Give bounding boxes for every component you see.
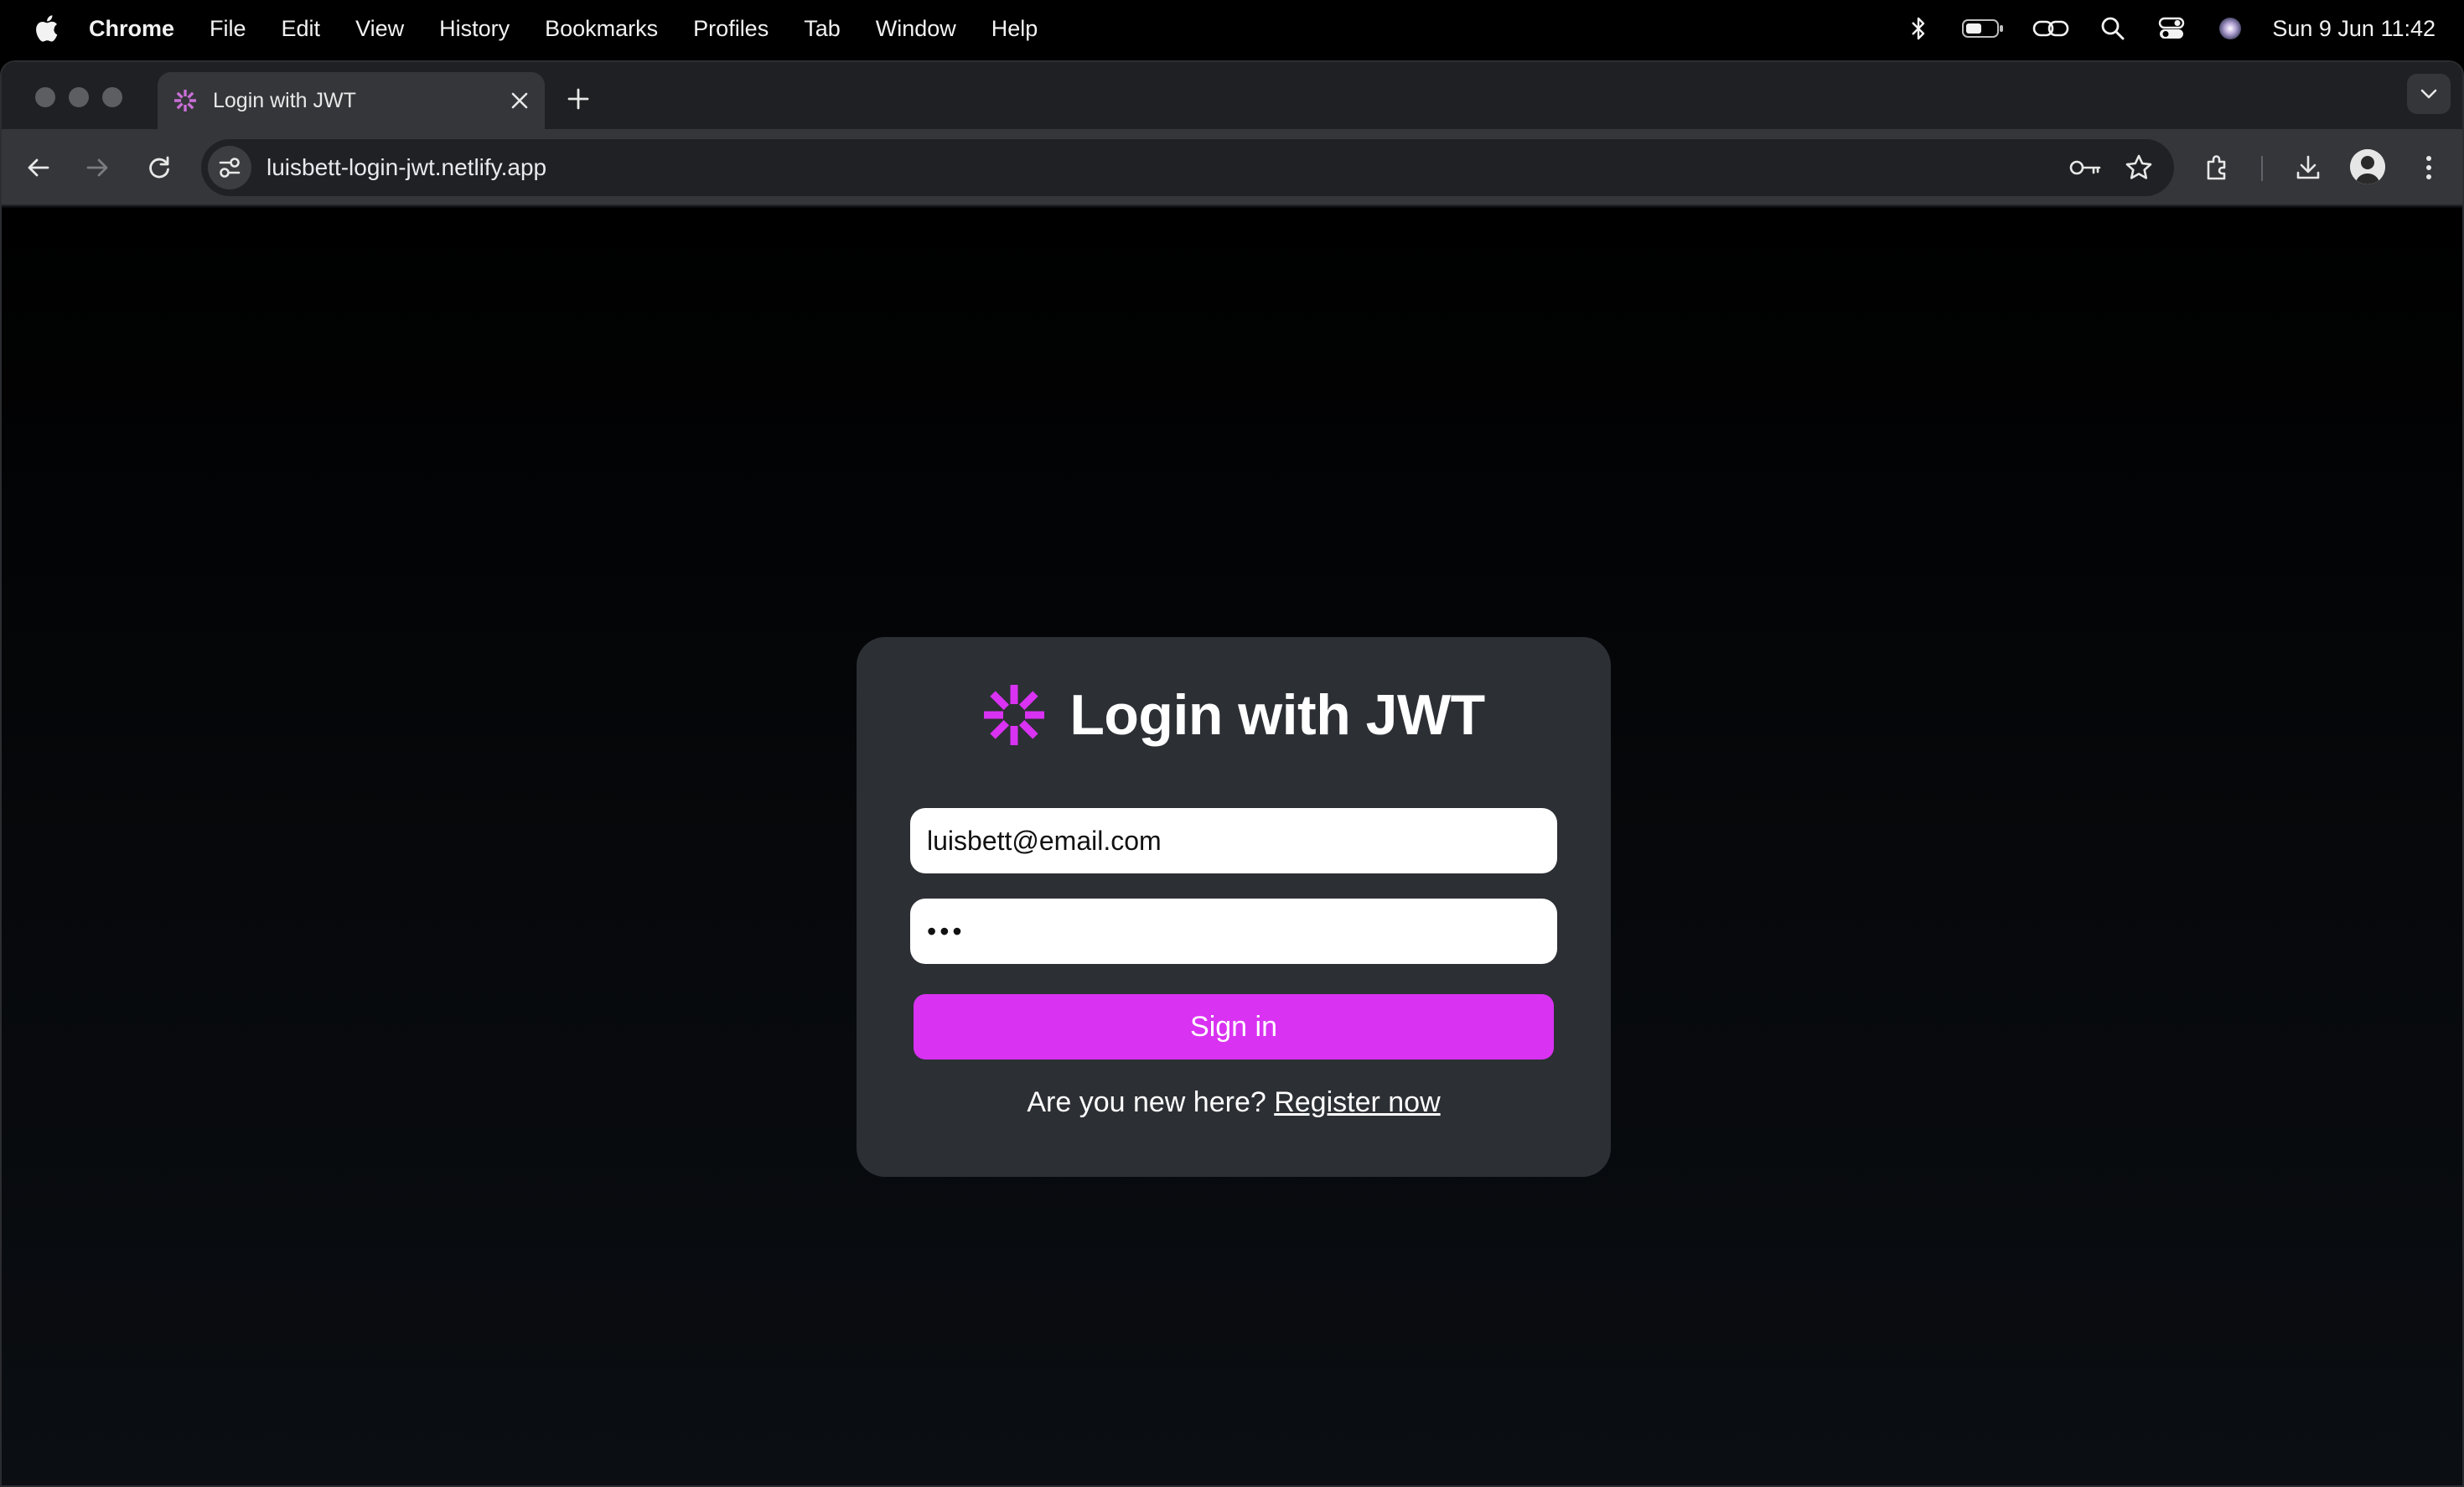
bookmark-star-icon[interactable] (2120, 149, 2157, 186)
login-card: Login with JWT Sign in Are you new here?… (857, 637, 1611, 1177)
browser-toolbar: luisbett-login-jwt.netlify.app (2, 129, 2462, 206)
menu-file[interactable]: File (210, 16, 246, 42)
url-text[interactable]: luisbett-login-jwt.netlify.app (267, 154, 2067, 181)
menu-help[interactable]: Help (991, 16, 1038, 42)
profile-avatar[interactable] (2350, 149, 2385, 184)
jwt-favicon-icon (173, 88, 198, 113)
tab-active[interactable]: Login with JWT (158, 72, 545, 129)
minimize-window-button[interactable] (69, 87, 89, 107)
menu-history[interactable]: History (439, 16, 510, 42)
menu-view[interactable]: View (355, 16, 404, 42)
bluetooth-icon[interactable] (1902, 12, 1935, 45)
register-now-link[interactable]: Register now (1274, 1086, 1440, 1118)
tab-close-icon[interactable] (506, 87, 533, 114)
site-info-icon[interactable] (208, 146, 251, 189)
email-field[interactable] (910, 808, 1557, 873)
menu-bookmarks[interactable]: Bookmarks (545, 16, 658, 42)
battery-icon[interactable] (1960, 12, 2006, 45)
toolbar-divider (2261, 156, 2263, 181)
link-icon[interactable] (2031, 12, 2071, 45)
more-menu-icon[interactable] (2410, 149, 2447, 186)
window-controls (35, 87, 122, 107)
forward-icon[interactable] (79, 149, 116, 186)
menubar-status-area: Sun 9 Jun 11:42 (1876, 0, 2436, 57)
menu-edit[interactable]: Edit (282, 16, 321, 42)
back-icon[interactable] (20, 149, 57, 186)
extensions-icon[interactable] (2199, 149, 2236, 186)
password-field[interactable] (910, 899, 1557, 964)
new-tab-plus-icon[interactable] (562, 82, 595, 116)
tab-search-chevron-down-icon[interactable] (2407, 74, 2451, 114)
spotlight-search-icon[interactable] (2096, 12, 2130, 45)
tab-title: Login with JWT (213, 88, 356, 112)
sign-in-button[interactable]: Sign in (914, 994, 1554, 1060)
zoom-window-button[interactable] (102, 87, 122, 107)
menu-app-name[interactable]: Chrome (89, 16, 174, 42)
password-key-icon[interactable] (2067, 149, 2104, 186)
reload-icon[interactable] (141, 149, 178, 186)
apple-icon[interactable] (32, 14, 60, 43)
menubar-clock[interactable]: Sun 9 Jun 11:42 (2272, 16, 2436, 42)
tab-strip: Login with JWT (2, 62, 2462, 129)
menu-tab[interactable]: Tab (804, 16, 841, 42)
jwt-logo-icon (984, 685, 1045, 745)
login-heading: Login with JWT (857, 682, 1611, 748)
browser-window: Login with JWT luisbett-login-jwt.netlif… (0, 60, 2464, 1487)
address-bar[interactable]: luisbett-login-jwt.netlify.app (201, 139, 2174, 196)
close-window-button[interactable] (35, 87, 55, 107)
menu-profiles[interactable]: Profiles (693, 16, 769, 42)
page-viewport: Login with JWT Sign in Are you new here?… (2, 208, 2462, 1485)
page-title: Login with JWT (1069, 683, 1485, 747)
register-prompt-line: Are you new here? Register now (857, 1086, 1611, 1119)
siri-icon[interactable] (2213, 12, 2247, 45)
macos-menu-bar: Chrome File Edit View History Bookmarks … (0, 0, 2464, 57)
register-prompt-text: Are you new here? (1027, 1086, 1266, 1118)
download-icon[interactable] (2290, 149, 2327, 186)
control-center-icon[interactable] (2155, 12, 2188, 45)
menu-window[interactable]: Window (876, 16, 956, 42)
